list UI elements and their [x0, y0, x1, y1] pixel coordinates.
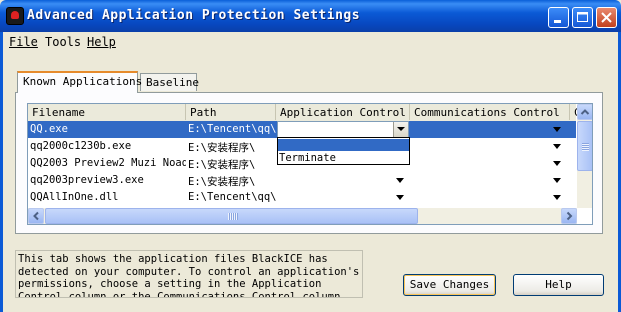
tab-known-applications[interactable]: Known Applications [17, 71, 142, 93]
table-row[interactable]: QQAllInOne.dll E:\Tencent\qq\ [28, 189, 576, 206]
horizontal-scroll-thumb[interactable] [45, 208, 418, 224]
column-header-communications-control[interactable]: Communications Control [410, 104, 570, 120]
scroll-left-button[interactable] [28, 208, 44, 224]
column-header-application-control[interactable]: Application Control [276, 104, 410, 120]
filename-cell: QQ2003 Preview2 Muzi Noads [30, 157, 186, 169]
communications-control-dropdown-icon[interactable] [553, 161, 561, 166]
dropdown-option-terminate[interactable]: Terminate [278, 152, 409, 164]
minimize-icon [554, 20, 561, 23]
menu-bar: File Tools Help [0, 32, 621, 51]
save-changes-button[interactable]: Save Changes [403, 274, 496, 296]
maximize-icon [577, 12, 588, 22]
grip-icon [228, 213, 238, 220]
title-bar[interactable]: Advanced Application Protection Settings [0, 0, 621, 32]
table-row[interactable]: QQ.exe E:\Tencent\qq\ [28, 121, 576, 138]
communications-control-dropdown-icon[interactable] [553, 195, 561, 200]
close-button[interactable] [596, 7, 617, 28]
communications-control-dropdown-icon[interactable] [553, 127, 561, 132]
filename-cell: QQ.exe [30, 123, 68, 135]
combo-dropdown-button[interactable] [393, 122, 408, 137]
path-cell: E:\Tencent\qq\ [188, 191, 276, 203]
close-icon [601, 12, 612, 23]
chevron-left-icon [33, 211, 39, 221]
vertical-scroll-thumb[interactable] [577, 121, 592, 171]
maximize-button[interactable] [572, 7, 593, 28]
menu-help-label: Help [87, 35, 116, 49]
path-cell: E:\安装程序\ [188, 159, 256, 171]
chevron-up-icon [580, 109, 590, 115]
chevron-right-icon [566, 211, 573, 221]
menu-tools[interactable]: Tools [45, 35, 81, 49]
dropdown-option-blank[interactable] [278, 139, 409, 151]
application-control-dropdown-list[interactable]: Terminate [277, 137, 410, 165]
chevron-down-icon [397, 127, 405, 131]
filename-cell: QQAllInOne.dll [30, 191, 119, 203]
path-cell: E:\安装程序\ [188, 142, 256, 154]
communications-control-dropdown-icon[interactable] [553, 178, 561, 183]
vertical-scrollbar[interactable] [577, 104, 592, 208]
application-control-combo[interactable] [277, 121, 409, 138]
scroll-right-button[interactable] [561, 208, 577, 224]
column-header-filename[interactable]: Filename [28, 104, 186, 120]
grip-icon [582, 143, 589, 151]
window-frame-left [0, 32, 3, 312]
filename-cell: qq2000c1230b.exe [30, 140, 132, 152]
help-button[interactable]: Help [513, 274, 604, 296]
path-cell: E:\Tencent\qq\ [188, 123, 276, 135]
list-header: Filename Path Application Control Commun… [28, 104, 578, 122]
application-control-dropdown-icon[interactable] [396, 178, 404, 183]
info-description: This tab shows the application files Bla… [15, 250, 363, 298]
filename-cell: qq2003preview3.exe [30, 174, 144, 186]
window-title: Advanced Application Protection Settings [27, 8, 361, 23]
menu-file-label: File [9, 35, 38, 49]
minimize-button[interactable] [548, 7, 569, 28]
application-control-dropdown-icon[interactable] [396, 195, 404, 200]
tab-baseline[interactable]: Baseline [140, 73, 199, 91]
column-header-path[interactable]: Path [186, 104, 276, 120]
communications-control-dropdown-icon[interactable] [553, 144, 561, 149]
blackice-app-icon [6, 7, 24, 25]
table-row[interactable]: qq2003preview3.exe E:\安装程序\ [28, 172, 576, 189]
path-cell: E:\安装程序\ [188, 176, 256, 188]
horizontal-scrollbar[interactable] [28, 208, 577, 224]
menu-help[interactable]: Help [87, 35, 116, 49]
menu-file[interactable]: File [9, 35, 38, 49]
scroll-up-button[interactable] [577, 104, 592, 120]
